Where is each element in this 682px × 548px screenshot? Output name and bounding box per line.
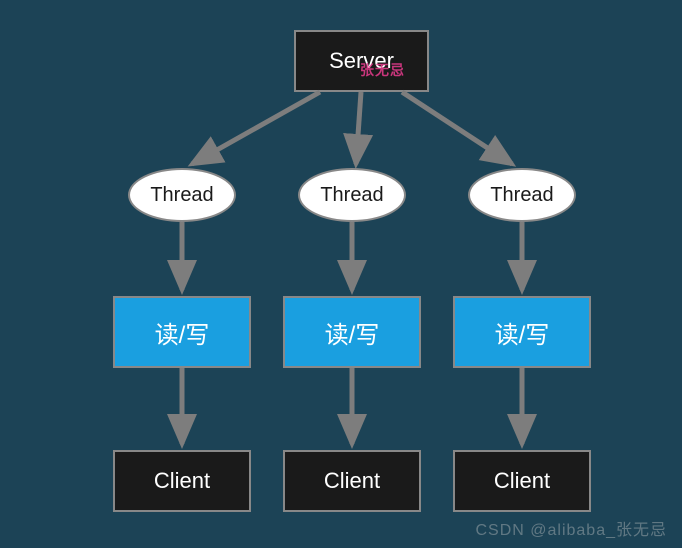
client-label: Client (494, 468, 550, 494)
client-node-3: Client (453, 450, 591, 512)
client-label: Client (154, 468, 210, 494)
client-node-1: Client (113, 450, 251, 512)
watermark-csdn: CSDN @alibaba_张无忌 (475, 516, 667, 540)
client-node-2: Client (283, 450, 421, 512)
client-label: Client (324, 468, 380, 494)
